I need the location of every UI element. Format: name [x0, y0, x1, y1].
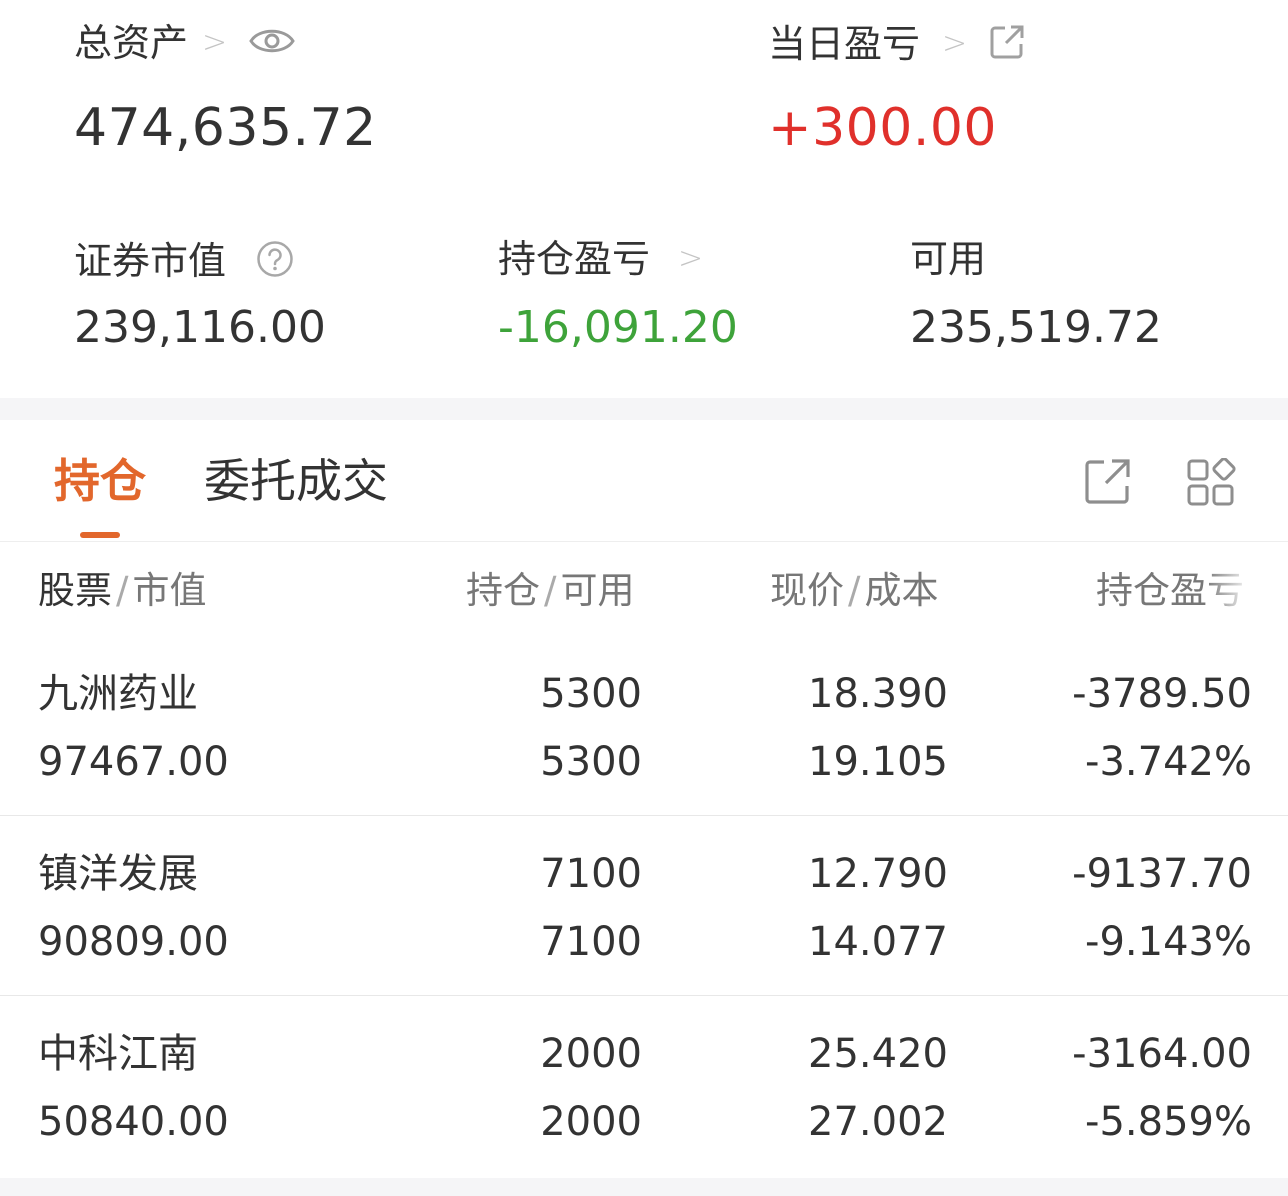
available-qty: 2000	[540, 1099, 642, 1145]
chevron-right-icon: >	[942, 26, 968, 61]
available-label: 可用	[910, 237, 987, 281]
pnl-percent: -9.143%	[1085, 919, 1252, 965]
tab-positions[interactable]: 持仓	[54, 458, 146, 504]
market-value-value: 239,116.00	[74, 302, 326, 353]
holdings-list: 九洲药业 97467.00 5300 5300 18.390 19.105 -3…	[0, 636, 1288, 1176]
tab-orders[interactable]: 委托成交	[204, 458, 388, 504]
holding-qty: 5300	[540, 671, 642, 717]
cost-price: 27.002	[808, 1099, 948, 1145]
daily-pnl-value: +300.00	[768, 98, 998, 158]
header-separator: /	[116, 569, 129, 612]
header-stock-market-value[interactable]: 股票 / 市值	[38, 572, 206, 609]
position-pnl-label: 持仓盈亏	[498, 237, 651, 281]
share-icon[interactable]	[1084, 458, 1132, 510]
stock-name: 九洲药业	[38, 671, 198, 717]
stock-name: 中科江南	[38, 1031, 198, 1077]
header-stock: 股票	[38, 569, 112, 612]
daily-pnl-header[interactable]: 当日盈亏 >	[768, 24, 1025, 64]
daily-pnl-label: 当日盈亏	[768, 22, 921, 66]
table-header: 股票 / 市值 持仓 / 可用 现价 / 成本 持仓盈亏	[0, 542, 1288, 636]
available-value: 235,519.72	[910, 302, 1162, 353]
active-tab-indicator	[80, 532, 120, 538]
pnl-percent: -5.859%	[1085, 1099, 1252, 1145]
cost-price: 14.077	[808, 919, 948, 965]
current-price: 18.390	[808, 671, 948, 717]
eye-icon[interactable]	[249, 25, 295, 61]
market-value-label: 证券市值	[74, 239, 227, 283]
market-value-header[interactable]: 证券市值	[74, 240, 294, 282]
stock-market-value: 97467.00	[38, 739, 229, 785]
current-price: 12.790	[808, 851, 948, 897]
header-price-cost[interactable]: 现价 / 成本	[770, 572, 938, 609]
table-row[interactable]: 九洲药业 97467.00 5300 5300 18.390 19.105 -3…	[0, 636, 1288, 816]
grid-icon[interactable]	[1186, 457, 1238, 512]
external-link-icon[interactable]	[989, 24, 1025, 64]
position-pnl-header[interactable]: 持仓盈亏 >	[498, 240, 703, 278]
chevron-right-icon: >	[678, 241, 704, 276]
table-row[interactable]: 镇洋发展 90809.00 7100 7100 12.790 14.077 -9…	[0, 816, 1288, 996]
holding-qty: 2000	[540, 1031, 642, 1077]
total-assets-label: 总资产	[74, 21, 189, 65]
section-divider	[0, 398, 1288, 420]
position-pnl-value: -16,091.20	[498, 302, 738, 353]
bottom-divider	[0, 1178, 1288, 1196]
header-available: 可用	[560, 569, 635, 612]
current-price: 25.420	[808, 1031, 948, 1077]
header-cost: 成本	[864, 569, 939, 612]
account-summary: 总资产 > 474,635.72 当日盈亏 > +300.00 证券市值 239…	[0, 0, 1288, 398]
pnl-amount: -3164.00	[1072, 1031, 1252, 1077]
total-assets-header[interactable]: 总资产 >	[74, 24, 295, 62]
header-holding-available[interactable]: 持仓 / 可用	[466, 572, 634, 609]
header-separator: /	[544, 569, 557, 612]
pnl-amount: -3789.50	[1072, 671, 1252, 717]
available-qty: 7100	[540, 919, 642, 965]
pnl-amount: -9137.70	[1072, 851, 1252, 897]
cost-price: 19.105	[808, 739, 948, 785]
table-row[interactable]: 中科江南 50840.00 2000 2000 25.420 27.002 -3…	[0, 996, 1288, 1176]
header-separator: /	[848, 569, 861, 612]
header-price: 现价	[770, 569, 844, 612]
stock-name: 镇洋发展	[38, 851, 198, 897]
available-qty: 5300	[540, 739, 642, 785]
stock-market-value: 50840.00	[38, 1099, 229, 1145]
stock-market-value: 90809.00	[38, 919, 229, 965]
header-pnl[interactable]: 持仓盈亏	[1096, 572, 1252, 609]
holding-qty: 7100	[540, 851, 642, 897]
header-holding: 持仓	[466, 569, 540, 612]
pnl-percent: -3.742%	[1085, 739, 1252, 785]
header-market-value: 市值	[132, 569, 207, 612]
help-circle-icon[interactable]	[256, 240, 294, 282]
total-assets-value: 474,635.72	[74, 98, 377, 158]
chevron-right-icon: >	[202, 25, 228, 60]
tab-bar: 持仓 委托成交	[0, 420, 1288, 542]
